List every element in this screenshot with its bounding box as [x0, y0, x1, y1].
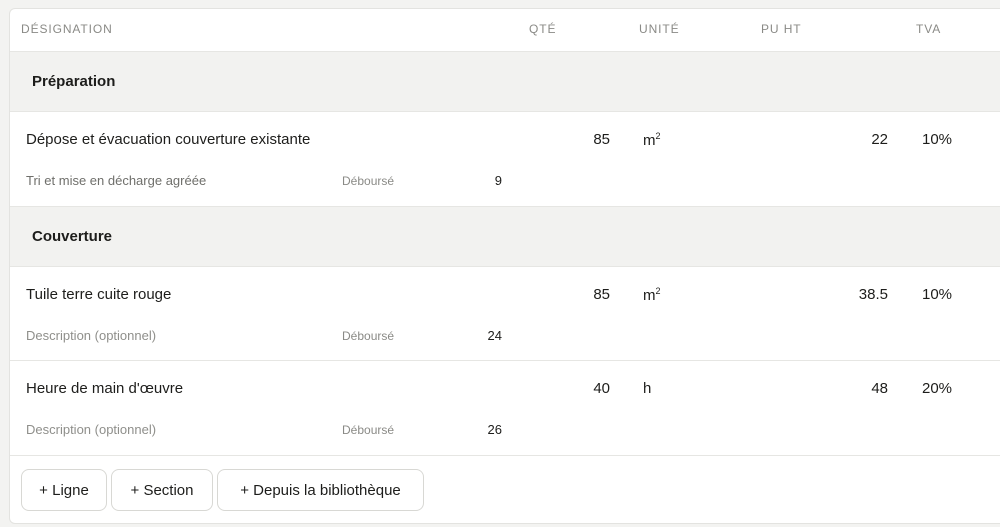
- line-designation[interactable]: Tuile terre cuite rouge: [26, 286, 171, 303]
- line-qty[interactable]: 40: [570, 380, 610, 397]
- debourse-value[interactable]: 26: [462, 422, 502, 437]
- section-title[interactable]: Préparation: [32, 73, 115, 90]
- unit-text: m: [643, 132, 656, 149]
- header-tva: TVA: [916, 22, 942, 36]
- header-qty: QTÉ: [529, 22, 557, 36]
- line-row[interactable]: Dépose et évacuation couverture existant…: [10, 112, 1000, 207]
- unit-superscript: 2: [655, 131, 661, 141]
- table-header: DÉSIGNATION QTÉ UNITÉ PU HT TVA: [10, 9, 1000, 52]
- unit-superscript: 2: [655, 286, 661, 296]
- line-row[interactable]: Heure de main d'œuvre 40 h 48 20% Descri…: [10, 361, 1000, 456]
- line-qty[interactable]: 85: [570, 131, 610, 148]
- add-line-button[interactable]: + Ligne: [21, 469, 107, 511]
- add-from-library-button[interactable]: + Depuis la bibliothèque: [217, 469, 424, 511]
- unit-text: m: [643, 287, 656, 304]
- line-designation[interactable]: Heure de main d'œuvre: [26, 380, 183, 397]
- debourse-label: Déboursé: [342, 174, 395, 188]
- quote-lines-card: DÉSIGNATION QTÉ UNITÉ PU HT TVA Préparat…: [9, 8, 1000, 524]
- header-unit: UNITÉ: [639, 22, 680, 36]
- section-title[interactable]: Couverture: [32, 228, 112, 245]
- line-unit[interactable]: m2: [643, 131, 661, 149]
- debourse-label: Déboursé: [342, 329, 395, 343]
- line-description[interactable]: Tri et mise en décharge agréée: [26, 173, 206, 188]
- debourse-value[interactable]: 9: [462, 173, 502, 188]
- line-pu-ht[interactable]: 22: [828, 131, 888, 148]
- debourse-value[interactable]: 24: [462, 328, 502, 343]
- line-description-placeholder[interactable]: Description (optionnel): [26, 328, 156, 343]
- line-pu-ht[interactable]: 48: [828, 380, 888, 397]
- line-row[interactable]: Tuile terre cuite rouge 85 m2 38.5 10% D…: [10, 267, 1000, 361]
- line-pu-ht[interactable]: 38.5: [828, 286, 888, 303]
- debourse-label: Déboursé: [342, 423, 395, 437]
- section-row-couverture[interactable]: Couverture: [10, 207, 1000, 267]
- line-unit[interactable]: m2: [643, 286, 661, 304]
- line-tva[interactable]: 10%: [922, 286, 952, 303]
- line-tva[interactable]: 20%: [922, 380, 952, 397]
- line-tva[interactable]: 10%: [922, 131, 952, 148]
- section-row-preparation[interactable]: Préparation: [10, 52, 1000, 112]
- add-section-button[interactable]: + Section: [111, 469, 213, 511]
- line-description-placeholder[interactable]: Description (optionnel): [26, 422, 156, 437]
- header-pu-ht: PU HT: [761, 22, 802, 36]
- line-unit[interactable]: h: [643, 380, 651, 397]
- line-qty[interactable]: 85: [570, 286, 610, 303]
- line-designation[interactable]: Dépose et évacuation couverture existant…: [26, 131, 310, 148]
- header-designation: DÉSIGNATION: [21, 22, 113, 36]
